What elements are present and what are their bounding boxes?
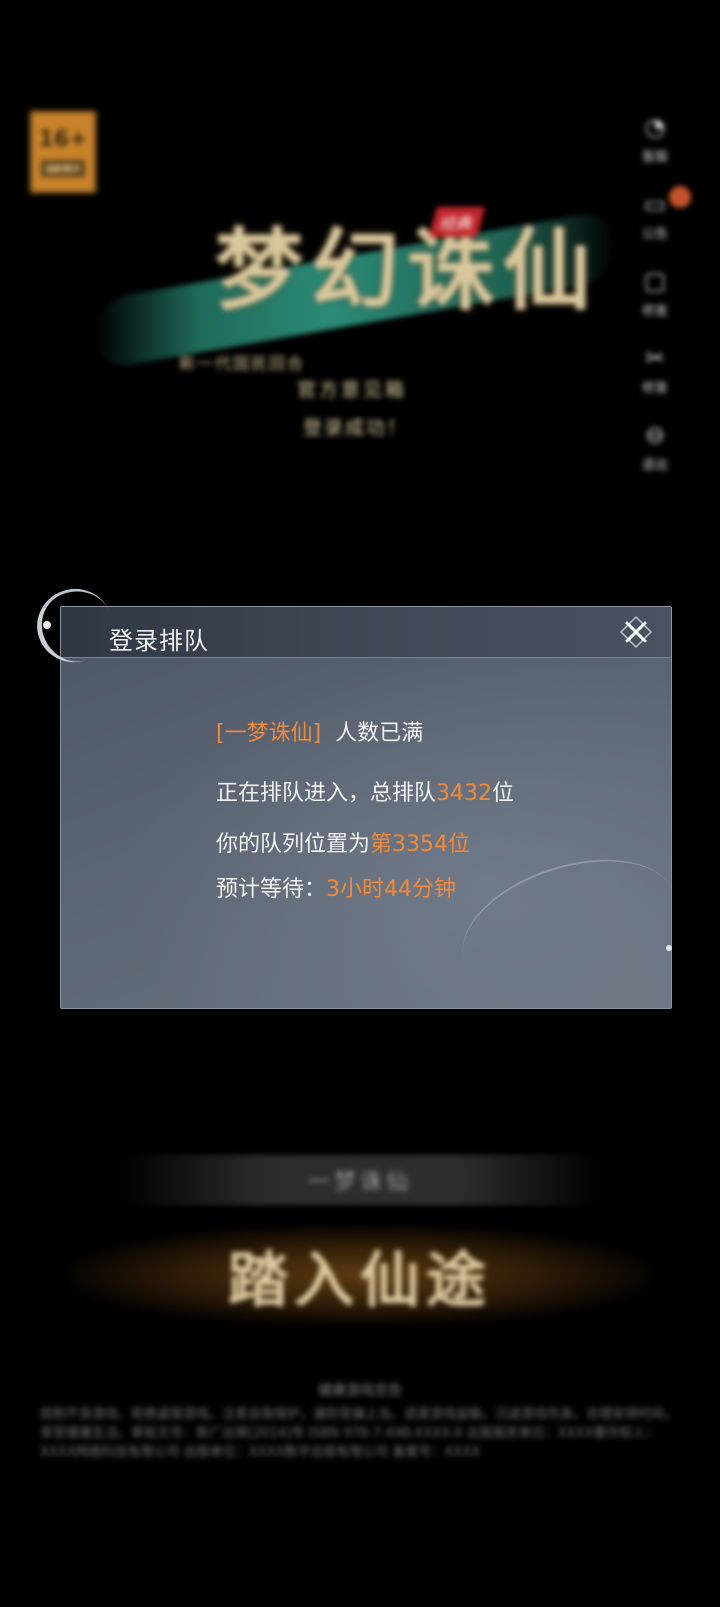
queue-total-value: 3432 xyxy=(436,781,493,806)
enter-game-button[interactable]: 踏入仙途 xyxy=(70,1225,650,1325)
side-item-exit[interactable]: ⊖ 退出 xyxy=(640,420,670,473)
queue-total-line: 正在排队进入，总排队3432位 xyxy=(216,779,514,809)
ornament-dot xyxy=(43,621,51,629)
side-item-label: 公告 xyxy=(641,227,668,242)
mail-icon: ▢ xyxy=(643,267,667,295)
health-notice-title: 健康游戏忠告 xyxy=(318,1383,402,1399)
estimated-wait-value: 3小时44分钟 xyxy=(326,877,457,902)
side-item-repair[interactable]: ✂ 修复 xyxy=(640,343,670,396)
queue-position-prefix: 你的队列位置为 xyxy=(216,832,371,857)
dialog-title: 登录排队 xyxy=(109,627,209,655)
queue-total-suffix: 位 xyxy=(492,781,515,806)
estimated-wait-line: 预计等待：3小时44分钟 xyxy=(216,875,456,905)
estimated-wait-prefix: 预计等待： xyxy=(216,877,327,902)
side-item-label: 修复 xyxy=(641,304,668,319)
server-name: 一梦诛仙 xyxy=(224,721,313,746)
close-icon xyxy=(619,615,653,649)
game-logo: 梦幻诛仙 经典 新一代国民回合 官方意见箱 登录成功！ xyxy=(95,195,625,455)
exit-icon: ⊖ xyxy=(644,421,666,449)
logo-slogan: 新一代国民回合 xyxy=(179,354,306,373)
decorative-swirl xyxy=(445,834,693,1020)
side-item-mail[interactable]: ▢ 修复 xyxy=(640,266,670,319)
logo-tag: 经典 xyxy=(428,207,486,237)
server-name-bar[interactable]: 一梦诛仙 xyxy=(120,1155,600,1205)
notice-icon: ▭ xyxy=(643,190,667,218)
ornament-dot xyxy=(666,945,672,951)
notification-dot xyxy=(669,186,691,208)
queue-position-line: 你的队列位置为第3354位 xyxy=(216,830,470,860)
login-queue-dialog: 登录排队 [一梦诛仙] 人数已满 正在排队进入，总排队3432位 你的队列位置为第… xyxy=(26,578,693,1020)
side-item-label: 退出 xyxy=(641,458,668,473)
headset-icon: ◔ xyxy=(644,113,666,141)
side-item-label: 修复 xyxy=(641,381,668,396)
side-item-label: 客服 xyxy=(641,150,668,165)
logo-title: 梦幻诛仙 xyxy=(215,218,600,322)
server-bracket-close: ] xyxy=(312,721,322,746)
queue-total-prefix: 正在排队进入，总排队 xyxy=(216,781,437,806)
health-notice-text: 抵制不良游戏，拒绝盗版游戏。注意自我保护，谨防受骗上当。适度游戏益脑，沉迷游戏伤… xyxy=(40,1407,678,1460)
age-rating-label: 适龄提示 xyxy=(40,160,85,177)
age-rating: 16+ xyxy=(38,127,88,152)
server-bracket-open: [ xyxy=(216,721,225,746)
tools-icon: ✂ xyxy=(644,344,666,372)
login-success-text: 登录成功！ xyxy=(303,417,409,439)
server-full-text: 人数已满 xyxy=(335,721,424,746)
close-button[interactable] xyxy=(619,615,653,649)
server-full-line: [一梦诛仙] 人数已满 xyxy=(216,719,423,749)
side-item-service[interactable]: ◔ 客服 xyxy=(640,112,670,165)
side-menu: ◔ 客服 ▭ 公告 ▢ 修复 ✂ 修复 ⊖ 退出 xyxy=(635,112,675,497)
queue-position-value: 第3354位 xyxy=(370,832,471,857)
age-rating-badge: 16+ 适龄提示 xyxy=(29,110,97,194)
logo-site-text: 官方意见箱 xyxy=(297,379,408,401)
side-item-notice[interactable]: ▭ 公告 xyxy=(640,189,670,242)
